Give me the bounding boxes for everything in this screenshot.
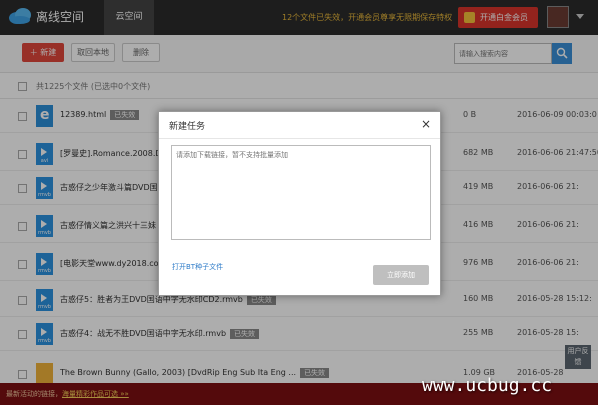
close-icon[interactable]: × — [421, 117, 431, 131]
add-now-button[interactable]: 立即添加 — [373, 265, 429, 285]
new-task-dialog: 新建任务 × 打开BT种子文件 立即添加 — [158, 111, 441, 296]
download-link-input[interactable] — [171, 145, 431, 240]
watermark-text: www.ucbug.cc — [422, 375, 553, 396]
open-bt-link[interactable]: 打开BT种子文件 — [172, 262, 223, 272]
dialog-divider — [159, 138, 440, 139]
dialog-title: 新建任务 — [169, 122, 206, 132]
